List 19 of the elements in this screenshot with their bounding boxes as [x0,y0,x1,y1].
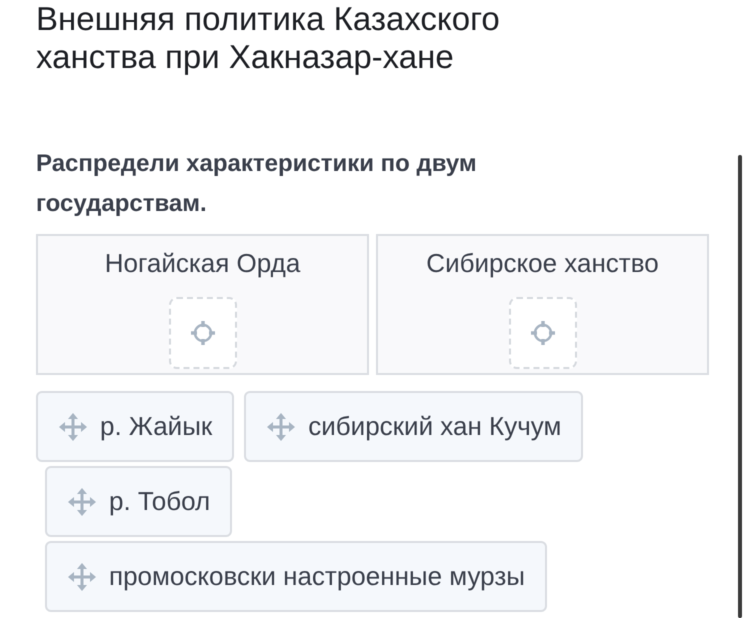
question-text: Распредели характеристики по двум государствам. [36,149,478,219]
draggable-chip[interactable]: промосковски настроенные мурзы [45,541,547,612]
draggable-chip[interactable]: сибирский хан Кучум [244,391,584,462]
draggable-chip[interactable]: р. Тобол [45,466,232,537]
draggable-chip[interactable]: р. Жайык [36,391,234,462]
zone-heading: Сибирское ханство [426,247,659,280]
drop-slot[interactable] [508,297,576,369]
page-title: Внешняя политика Казахского ханства при Хакназар-хане [36,0,501,76]
drop-slot[interactable] [168,297,236,369]
target-icon [530,320,556,346]
zone-heading: Ногайская Орда [104,247,300,280]
drop-zone[interactable]: Сибирское ханство [376,234,709,375]
move-icon [67,562,97,592]
drop-zone[interactable]: Ногайская Орда [36,234,369,375]
target-icon [190,320,216,346]
move-icon [266,412,296,442]
scrollbar[interactable] [738,155,742,618]
move-icon [58,412,88,442]
move-icon [67,486,97,516]
